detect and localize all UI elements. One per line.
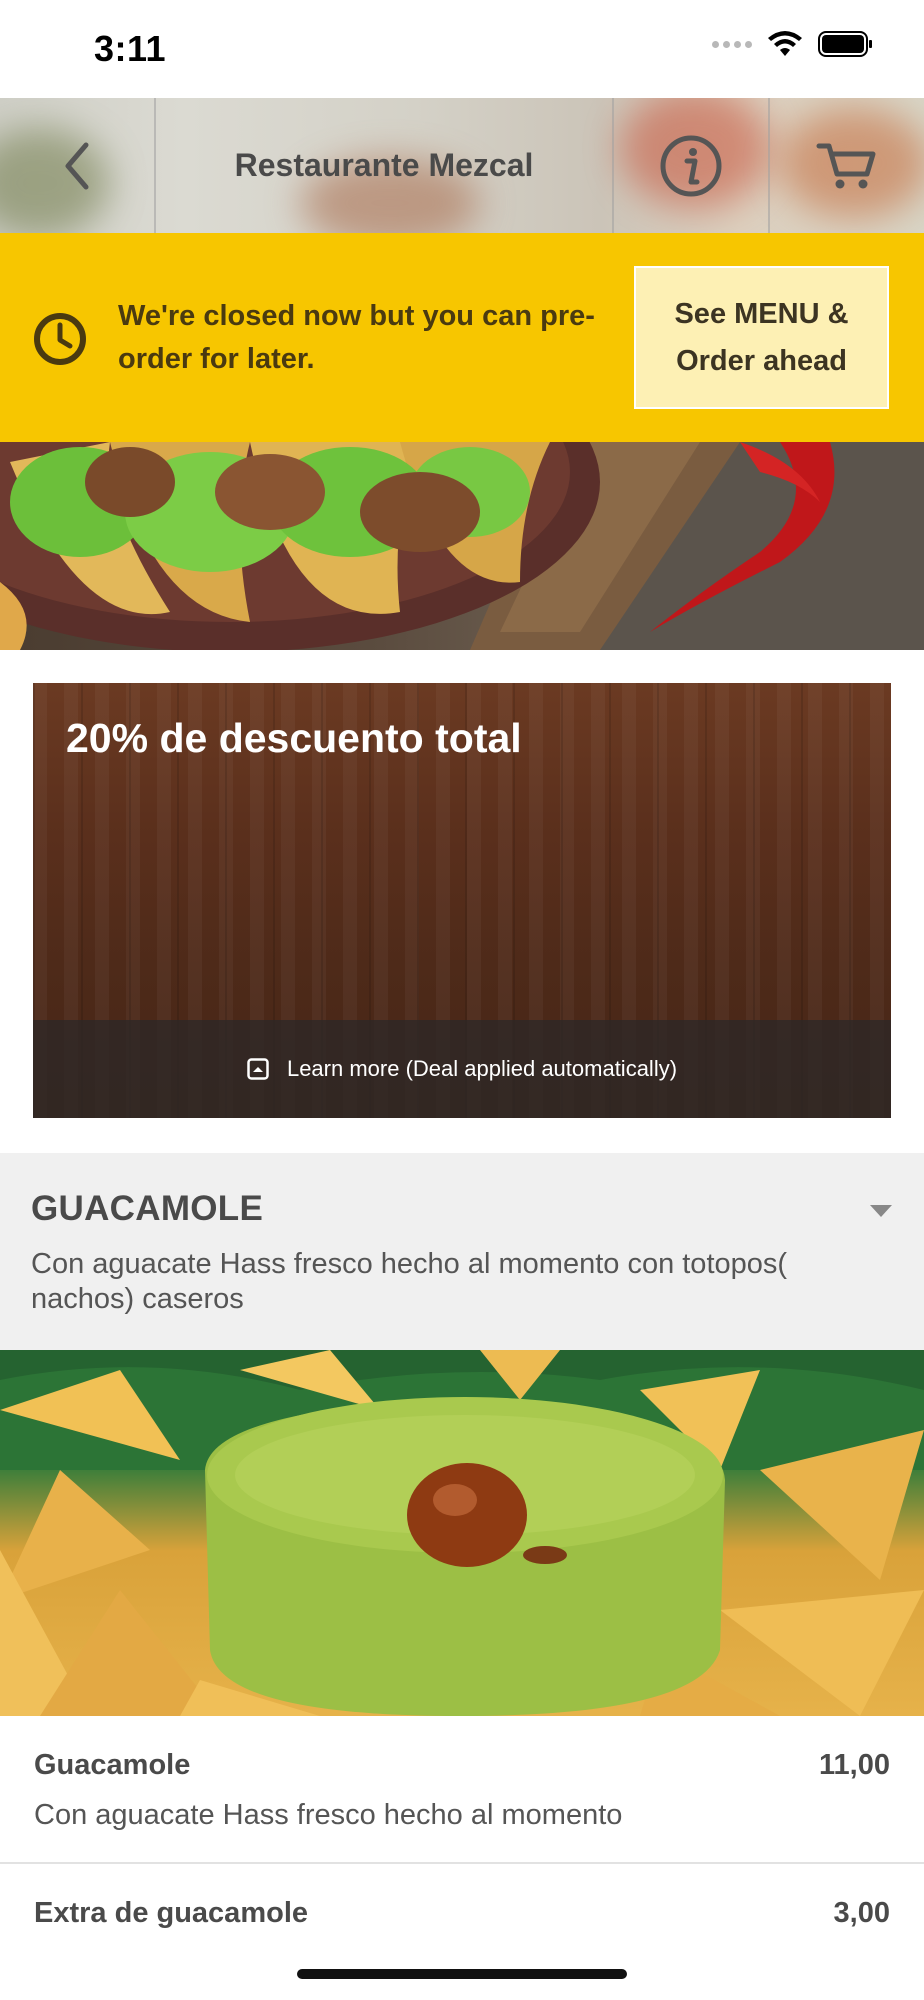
closed-message: We're closed now but you can pre-order f…	[118, 300, 595, 375]
expand-icon	[247, 1058, 269, 1080]
guacamole-image	[0, 1350, 924, 1716]
category-description: Con aguacate Hass fresco hecho al moment…	[31, 1248, 788, 1315]
info-button[interactable]	[614, 98, 768, 233]
nav-title-container: Restaurante Mezcal	[156, 98, 612, 233]
chevron-left-icon	[65, 142, 89, 189]
status-bar: 3:11	[0, 0, 924, 98]
back-button[interactable]	[0, 98, 154, 233]
deal-title: 20% de descuento total	[66, 715, 522, 761]
item-price: 3,00	[833, 1897, 890, 1929]
caret-down-icon[interactable]	[870, 1205, 892, 1217]
menu-item-extra-guacamole[interactable]: Extra de guacamole 3,00	[0, 1864, 924, 2000]
item-description: Con aguacate Hass fresco hecho al moment…	[34, 1799, 623, 1831]
deal-footer-text: Learn more (Deal applied automatically)	[286, 1056, 678, 1081]
status-time: 3:11	[94, 28, 167, 69]
info-icon	[660, 135, 722, 196]
category-title: GUACAMOLE	[31, 1189, 264, 1228]
cart-icon	[816, 143, 876, 188]
tacos-illustration	[0, 442, 924, 650]
cart-button[interactable]	[770, 98, 924, 233]
battery-icon	[818, 31, 872, 57]
menu-item-guacamole[interactable]: Guacamole 11,00 Con aguacate Hass fresco…	[0, 1716, 924, 1862]
nav-bar: Restaurante Mezcal	[0, 98, 924, 233]
signal-icon	[712, 40, 752, 48]
status-icons	[712, 30, 874, 58]
category-guacamole[interactable]: GUACAMOLE Con aguacate Hass fresco hecho…	[0, 1153, 924, 1350]
clock-icon	[34, 313, 86, 365]
item-name: Guacamole	[34, 1749, 191, 1781]
closed-banner: We're closed now but you can pre-order f…	[0, 233, 924, 442]
item-name: Extra de guacamole	[34, 1897, 308, 1929]
restaurant-hero-image	[0, 442, 924, 650]
wifi-icon	[768, 31, 802, 56]
home-indicator	[297, 1969, 627, 1979]
deal-card[interactable]: 20% de descuento total Learn more (Deal …	[33, 683, 891, 1118]
deal-learn-more[interactable]: Learn more (Deal applied automatically)	[33, 1020, 891, 1118]
page-title: Restaurante Mezcal	[234, 147, 534, 183]
guacamole-illustration	[0, 1350, 924, 1716]
see-menu-order-ahead-button[interactable]: See MENU & Order ahead	[634, 266, 889, 409]
item-price: 11,00	[819, 1749, 890, 1781]
